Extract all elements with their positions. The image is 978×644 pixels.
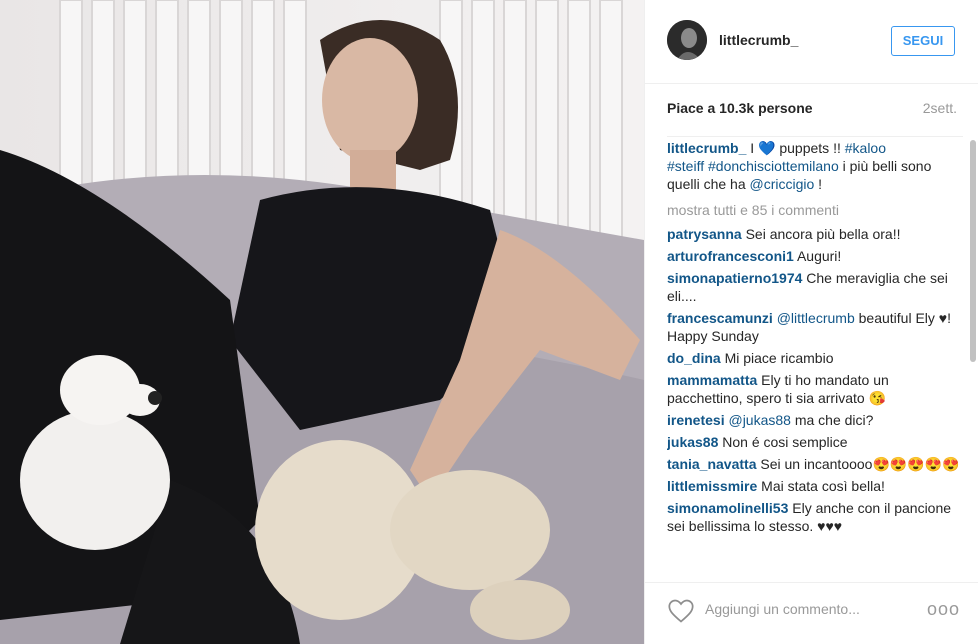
comment-username[interactable]: francescamunzi	[667, 310, 773, 326]
caption-text: I	[746, 140, 759, 156]
follow-button[interactable]: SEGUI	[891, 26, 955, 56]
blue-heart-emoji: 💙	[758, 140, 776, 156]
caption-text: puppets !!	[775, 140, 845, 156]
hashtag-link[interactable]: #donchisciottemilano	[708, 158, 839, 174]
comment-item: tania_navatta Sei un incantoooo😍😍😍😍😍	[667, 455, 963, 473]
post-side-panel: littlecrumb_ SEGUI Piace a 10.3k persone…	[644, 0, 978, 644]
post-header: littlecrumb_ SEGUI	[645, 0, 978, 84]
comment-text: Sei ancora più bella ora!!	[745, 226, 901, 242]
comments-list[interactable]: littlecrumb_ I 💙 puppets !! #kaloo #steif…	[667, 136, 963, 572]
comment-item: littlemissmire Mai stata così bella!	[667, 477, 963, 495]
comment-username[interactable]: irenetesi	[667, 412, 725, 428]
caption-text: !	[814, 176, 823, 192]
post-caption: littlecrumb_ I 💙 puppets !! #kaloo #steif…	[667, 139, 963, 193]
comments-scrollbar[interactable]	[969, 138, 977, 568]
comment-username[interactable]: mammamatta	[667, 372, 757, 388]
more-options-icon[interactable]: ooo	[927, 599, 959, 619]
mention-link[interactable]: @criccigio	[750, 176, 815, 192]
comment-item: simonamolinelli53 Ely anche con il panci…	[667, 499, 963, 535]
mention-link[interactable]: @jukas88	[728, 412, 790, 428]
comment-username[interactable]: simonapatierno1974	[667, 270, 802, 286]
comment-item: arturofrancesconi1 Auguri!	[667, 247, 963, 265]
post-time[interactable]: 2sett.	[923, 100, 957, 116]
hashtag-link[interactable]: #steiff	[667, 158, 704, 174]
comment-username[interactable]: littlemissmire	[667, 478, 757, 494]
heart-outline-icon	[668, 599, 694, 623]
scrollbar-thumb[interactable]	[970, 140, 976, 362]
comment-item: jukas88 Non é cosi semplice	[667, 433, 963, 451]
comment-text: Sei un incantoooo😍😍😍😍😍	[760, 456, 960, 472]
username-link[interactable]: littlecrumb_	[719, 32, 798, 48]
likes-count[interactable]: Piace a 10.3k persone	[667, 100, 813, 116]
avatar-image	[667, 20, 707, 60]
comment-text: Mai stata così bella!	[761, 478, 885, 494]
hashtag-link[interactable]: #kaloo	[845, 140, 886, 156]
photo-illustration	[0, 0, 644, 644]
mention-link[interactable]: @littlecrumb	[777, 310, 855, 326]
comment-item: patrysanna Sei ancora più bella ora!!	[667, 225, 963, 243]
comment-username[interactable]: do_dina	[667, 350, 721, 366]
comment-text: Mi piace ricambio	[724, 350, 834, 366]
likes-row: Piace a 10.3k persone 2sett.	[667, 100, 957, 122]
comment-username[interactable]: tania_navatta	[667, 456, 756, 472]
show-all-comments-link[interactable]: mostra tutti e 85 i commenti	[667, 201, 963, 219]
add-comment-input[interactable]	[705, 596, 915, 622]
comment-username[interactable]: arturofrancesconi1	[667, 248, 794, 264]
comment-text: Auguri!	[796, 248, 842, 264]
post-footer: ooo	[645, 582, 978, 644]
heart-icon[interactable]	[667, 597, 695, 625]
comment-username[interactable]: patrysanna	[667, 226, 742, 242]
comment-text: Non é cosi semplice	[722, 434, 848, 450]
comment-item: francescamunzi @littlecrumb beautiful El…	[667, 309, 963, 345]
comment-username[interactable]: simonamolinelli53	[667, 500, 788, 516]
post-photo[interactable]	[0, 0, 644, 644]
comment-item: irenetesi @jukas88 ma che dici?	[667, 411, 963, 429]
comment-username[interactable]: jukas88	[667, 434, 718, 450]
caption-username[interactable]: littlecrumb_	[667, 140, 746, 156]
comment-item: simonapatierno1974 Che meraviglia che se…	[667, 269, 963, 305]
avatar[interactable]	[667, 20, 707, 60]
comment-item: do_dina Mi piace ricambio	[667, 349, 963, 367]
comment-item: mammamatta Ely ti ho mandato un pacchett…	[667, 371, 963, 407]
comment-text: ma che dici?	[794, 412, 874, 428]
